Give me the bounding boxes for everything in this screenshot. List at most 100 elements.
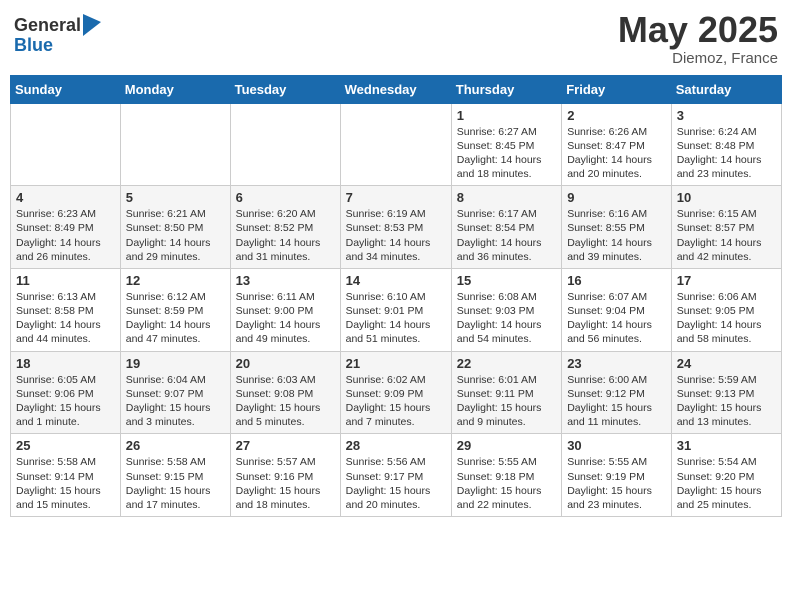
day-number: 28 bbox=[346, 438, 446, 453]
day-info-line: Sunset: 9:15 PM bbox=[126, 470, 225, 484]
day-info-line: Daylight: 15 hours bbox=[677, 484, 776, 498]
calendar-cell: 22Sunrise: 6:01 AMSunset: 9:11 PMDayligh… bbox=[451, 351, 561, 434]
day-info-line: Sunrise: 6:15 AM bbox=[677, 207, 776, 221]
title-block: May 2025 Diemoz, France bbox=[618, 10, 778, 67]
day-info-line: and 49 minutes. bbox=[236, 332, 335, 346]
day-info-line: Sunset: 9:11 PM bbox=[457, 387, 556, 401]
day-info-line: Sunset: 8:53 PM bbox=[346, 221, 446, 235]
day-number: 11 bbox=[16, 273, 115, 288]
calendar-week-row: 25Sunrise: 5:58 AMSunset: 9:14 PMDayligh… bbox=[11, 434, 782, 517]
day-info-line: and 51 minutes. bbox=[346, 332, 446, 346]
day-info-line: Daylight: 15 hours bbox=[236, 401, 335, 415]
day-info-line: Sunrise: 5:55 AM bbox=[457, 455, 556, 469]
day-info-line: Sunrise: 5:56 AM bbox=[346, 455, 446, 469]
day-info-line: Daylight: 14 hours bbox=[126, 236, 225, 250]
day-info-line: and 20 minutes. bbox=[346, 498, 446, 512]
day-info-line: Sunset: 9:08 PM bbox=[236, 387, 335, 401]
day-number: 6 bbox=[236, 190, 335, 205]
day-info-line: Sunrise: 6:27 AM bbox=[457, 125, 556, 139]
calendar-header-row: SundayMondayTuesdayWednesdayThursdayFrid… bbox=[11, 75, 782, 103]
day-info-line: and 42 minutes. bbox=[677, 250, 776, 264]
day-info-line: and 44 minutes. bbox=[16, 332, 115, 346]
calendar-cell: 3Sunrise: 6:24 AMSunset: 8:48 PMDaylight… bbox=[671, 103, 781, 186]
calendar-cell: 12Sunrise: 6:12 AMSunset: 8:59 PMDayligh… bbox=[120, 268, 230, 351]
calendar-cell: 24Sunrise: 5:59 AMSunset: 9:13 PMDayligh… bbox=[671, 351, 781, 434]
day-number: 5 bbox=[126, 190, 225, 205]
calendar-week-row: 1 Sunrise: 6:27 AMSunset: 8:45 PM Daylight… bbox=[11, 103, 782, 186]
day-info-line: Sunset: 8:54 PM bbox=[457, 221, 556, 235]
logo: General Blue bbox=[14, 16, 101, 56]
day-info-line: Sunrise: 6:20 AM bbox=[236, 207, 335, 221]
day-info-line: Daylight: 15 hours bbox=[236, 484, 335, 498]
day-info-line: and 47 minutes. bbox=[126, 332, 225, 346]
day-info-line: Sunrise: 6:12 AM bbox=[126, 290, 225, 304]
calendar-cell: 18Sunrise: 6:05 AMSunset: 9:06 PMDayligh… bbox=[11, 351, 121, 434]
day-info-line: Sunset: 9:04 PM bbox=[567, 304, 666, 318]
day-info-line: and 23 minutes. bbox=[567, 498, 666, 512]
day-info-line: Sunset: 9:06 PM bbox=[16, 387, 115, 401]
day-info-line: Sunset: 9:03 PM bbox=[457, 304, 556, 318]
day-info-line: Sunrise: 6:13 AM bbox=[16, 290, 115, 304]
calendar-week-row: 11Sunrise: 6:13 AMSunset: 8:58 PMDayligh… bbox=[11, 268, 782, 351]
calendar-cell: 20Sunrise: 6:03 AMSunset: 9:08 PMDayligh… bbox=[230, 351, 340, 434]
day-info-line: Sunset: 9:05 PM bbox=[677, 304, 776, 318]
day-info-line: and 23 minutes. bbox=[677, 167, 776, 181]
calendar-table: SundayMondayTuesdayWednesdayThursdayFrid… bbox=[10, 75, 782, 517]
day-info-line: and 36 minutes. bbox=[457, 250, 556, 264]
day-info-line: Sunrise: 6:07 AM bbox=[567, 290, 666, 304]
day-info-line: Sunset: 8:55 PM bbox=[567, 221, 666, 235]
day-info-line: and 18 minutes. bbox=[457, 167, 556, 181]
day-info-line: Sunset: 8:45 PM bbox=[457, 139, 556, 153]
day-number: 22 bbox=[457, 356, 556, 371]
day-info-line: Daylight: 15 hours bbox=[346, 484, 446, 498]
col-header-wednesday: Wednesday bbox=[340, 75, 451, 103]
calendar-cell: 15Sunrise: 6:08 AMSunset: 9:03 PMDayligh… bbox=[451, 268, 561, 351]
day-info-line: Daylight: 15 hours bbox=[126, 484, 225, 498]
day-info-line: Sunrise: 5:57 AM bbox=[236, 455, 335, 469]
location-subtitle: Diemoz, France bbox=[618, 50, 778, 67]
day-info-line: Sunset: 8:47 PM bbox=[567, 139, 666, 153]
day-info-line: Daylight: 14 hours bbox=[457, 236, 556, 250]
day-info-line: and 29 minutes. bbox=[126, 250, 225, 264]
calendar-cell: 7Sunrise: 6:19 AMSunset: 8:53 PMDaylight… bbox=[340, 186, 451, 269]
day-info-line: and 58 minutes. bbox=[677, 332, 776, 346]
day-info-line: Sunset: 9:09 PM bbox=[346, 387, 446, 401]
day-info-line: Daylight: 14 hours bbox=[457, 318, 556, 332]
col-header-friday: Friday bbox=[562, 75, 672, 103]
calendar-cell: 1Sunrise: 6:27 AMSunset: 8:45 PMDaylight… bbox=[451, 103, 561, 186]
day-info-line: Daylight: 14 hours bbox=[567, 153, 666, 167]
calendar-cell: 17Sunrise: 6:06 AMSunset: 9:05 PMDayligh… bbox=[671, 268, 781, 351]
day-info-line: Sunset: 9:18 PM bbox=[457, 470, 556, 484]
day-info-line: and 5 minutes. bbox=[236, 415, 335, 429]
day-info-line: Sunrise: 6:04 AM bbox=[126, 373, 225, 387]
day-info-line: and 15 minutes. bbox=[16, 498, 115, 512]
day-number: 19 bbox=[126, 356, 225, 371]
day-info-line: Daylight: 15 hours bbox=[567, 484, 666, 498]
day-info-line: Sunrise: 6:19 AM bbox=[346, 207, 446, 221]
day-number: 23 bbox=[567, 356, 666, 371]
day-info-line: Daylight: 15 hours bbox=[346, 401, 446, 415]
day-info-line: Sunrise: 5:55 AM bbox=[567, 455, 666, 469]
day-info-line: Sunrise: 6:11 AM bbox=[236, 290, 335, 304]
calendar-cell: 6Sunrise: 6:20 AMSunset: 8:52 PMDaylight… bbox=[230, 186, 340, 269]
day-info-line: Daylight: 15 hours bbox=[457, 484, 556, 498]
calendar-cell: 19Sunrise: 6:04 AMSunset: 9:07 PMDayligh… bbox=[120, 351, 230, 434]
day-number: 1 bbox=[457, 108, 556, 123]
day-number: 18 bbox=[16, 356, 115, 371]
day-info-line: Sunrise: 6:01 AM bbox=[457, 373, 556, 387]
day-info-line: Sunrise: 6:23 AM bbox=[16, 207, 115, 221]
calendar-week-row: 18Sunrise: 6:05 AMSunset: 9:06 PMDayligh… bbox=[11, 351, 782, 434]
calendar-cell: 30Sunrise: 5:55 AMSunset: 9:19 PMDayligh… bbox=[562, 434, 672, 517]
logo-icon bbox=[83, 14, 101, 36]
day-info-line: Sunrise: 6:03 AM bbox=[236, 373, 335, 387]
day-info-line: Sunrise: 6:10 AM bbox=[346, 290, 446, 304]
day-number: 9 bbox=[567, 190, 666, 205]
day-info-line: and 7 minutes. bbox=[346, 415, 446, 429]
day-info-line: Daylight: 14 hours bbox=[16, 318, 115, 332]
day-info-line: and 39 minutes. bbox=[567, 250, 666, 264]
day-info-line: Sunrise: 6:06 AM bbox=[677, 290, 776, 304]
day-info-line: Sunrise: 5:54 AM bbox=[677, 455, 776, 469]
day-info-line: Sunset: 8:57 PM bbox=[677, 221, 776, 235]
calendar-cell: 27Sunrise: 5:57 AMSunset: 9:16 PMDayligh… bbox=[230, 434, 340, 517]
day-info-line: Sunrise: 6:16 AM bbox=[567, 207, 666, 221]
